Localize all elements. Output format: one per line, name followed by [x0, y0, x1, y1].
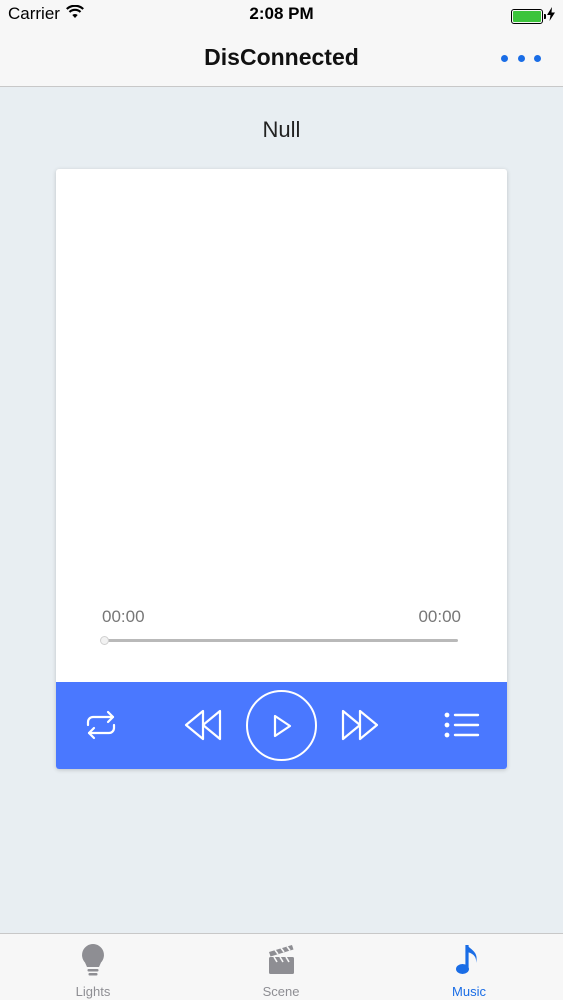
fast-forward-icon [340, 708, 380, 742]
more-dot-icon [534, 54, 541, 62]
song-title: Null [262, 117, 301, 142]
progress-slider[interactable] [100, 636, 458, 645]
tab-music[interactable]: Music [399, 934, 539, 1000]
tab-label-scene: Scene [262, 984, 300, 999]
more-options-button[interactable] [501, 48, 541, 68]
playback-controls [56, 682, 507, 769]
lightbulb-icon [79, 942, 107, 983]
rewind-button[interactable] [182, 705, 224, 745]
nav-title: DisConnected [204, 44, 359, 70]
tab-label-lights: Lights [75, 984, 111, 999]
music-screen: Carrier 2:08 PM DisConnected Null 00:00 … [0, 0, 563, 1000]
fast-forward-button[interactable] [339, 705, 381, 745]
tab-lights[interactable]: Lights [23, 934, 163, 1000]
album-artwork [56, 169, 507, 589]
battery-icon [511, 8, 546, 24]
repeat-icon [82, 710, 120, 740]
total-time: 00:00 [418, 607, 461, 626]
repeat-button[interactable] [81, 707, 121, 743]
navigation-bar: DisConnected [0, 28, 563, 87]
rewind-icon [183, 708, 223, 742]
charging-bolt-icon [547, 6, 555, 26]
tab-label-music: Music [452, 984, 486, 999]
play-button[interactable] [246, 690, 317, 761]
play-icon [271, 713, 293, 739]
clapperboard-icon [266, 942, 296, 981]
status-bar: Carrier 2:08 PM [0, 0, 563, 28]
more-dot-icon [501, 54, 508, 62]
playlist-icon [444, 711, 480, 739]
current-time: 00:00 [102, 607, 145, 626]
status-time: 2:08 PM [249, 4, 314, 23]
music-note-icon [455, 942, 483, 983]
battery-level [513, 10, 541, 22]
status-right [511, 6, 555, 26]
playlist-button[interactable] [442, 707, 482, 743]
tab-bar: Lights Scene Music [0, 933, 563, 1000]
progress-thumb[interactable] [100, 636, 109, 645]
battery-nub [544, 13, 546, 19]
player-card: 00:00 00:00 [56, 169, 507, 769]
more-dot-icon [517, 54, 525, 62]
tab-scene[interactable]: Scene [211, 934, 351, 1000]
